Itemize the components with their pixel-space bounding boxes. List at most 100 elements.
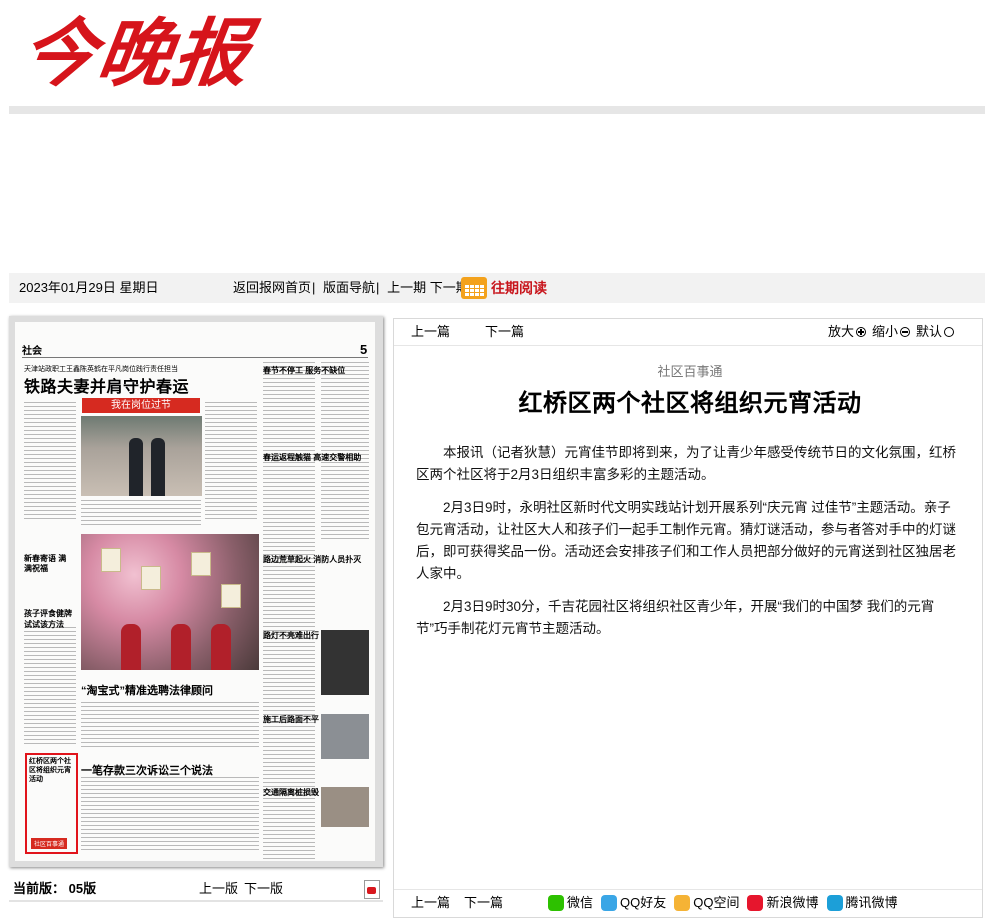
article-paragraph: 2月3日9时30分，千吉花园社区将组织社区青少年，开展“我们的中国梦 我们的元宵… bbox=[416, 599, 935, 636]
traffic-photo bbox=[321, 787, 369, 827]
page-thumbnail-panel: 社会 5 天津站政职工王鑫陈英鹤在平凡岗位践行责任担当 铁路夫妻并肩守护春运 我… bbox=[9, 316, 383, 867]
current-page-label: 当前版： bbox=[13, 881, 66, 896]
highlight-title: 红桥区两个社区将组织元宵活动 bbox=[29, 758, 71, 783]
circle-icon bbox=[944, 327, 955, 337]
photo-figure bbox=[151, 438, 165, 496]
spring-greeting-box[interactable]: 新春寄语 满满祝福 bbox=[24, 554, 74, 574]
story-work-title[interactable]: 施工后路面不平 bbox=[263, 714, 319, 725]
article-column-name: 社区百事通 bbox=[657, 364, 723, 379]
current-page-value: 05版 bbox=[68, 881, 97, 896]
lantern bbox=[141, 566, 161, 590]
right-mid-title[interactable]: 春运返程触猫 高速交警相助 bbox=[263, 452, 361, 463]
footer-next-article-button[interactable]: 下一篇 bbox=[464, 890, 503, 916]
zoom-default-label: 默认 bbox=[916, 324, 943, 339]
minus-circle-icon bbox=[900, 327, 911, 337]
masthead: 今晚报 bbox=[0, 0, 996, 118]
share-wechat-button[interactable]: 微信 bbox=[548, 890, 593, 916]
story-meal-title[interactable]: 孩子评食健牌 试试该方法 bbox=[24, 608, 79, 630]
newspaper-page-image[interactable]: 社会 5 天津站政职工王鑫陈英鹤在平凡岗位践行责任担当 铁路夫妻并肩守护春运 我… bbox=[15, 322, 375, 861]
photo-person bbox=[171, 624, 191, 670]
footer-prev-article-button[interactable]: 上一篇 bbox=[411, 890, 450, 916]
share-weibo-button[interactable]: 新浪微博 bbox=[747, 890, 819, 916]
article-body: 本报讯（记者狄慧）元宵佳节即将到来，为了让青少年感受传统节日的文化氛围，红桥区两… bbox=[416, 442, 964, 640]
prev-page-button[interactable]: 上一版 bbox=[199, 878, 238, 900]
photo-figure bbox=[129, 438, 143, 496]
current-page: 当前版： 05版 bbox=[13, 878, 96, 900]
story-traffic-title[interactable]: 交通隔离桩损毁 bbox=[263, 787, 319, 798]
story-banner: 我在岗位过节 bbox=[82, 398, 200, 413]
masthead-divider bbox=[9, 106, 985, 114]
photo-person bbox=[211, 624, 231, 670]
page-header-rule bbox=[22, 357, 368, 358]
zoom-default-button[interactable]: 默认 bbox=[916, 319, 955, 345]
share-label: 腾讯微博 bbox=[845, 895, 898, 910]
lantern bbox=[191, 552, 211, 576]
prev-issue-link[interactable]: 上一期 bbox=[387, 280, 426, 295]
weibo-icon bbox=[747, 895, 764, 911]
photo-person bbox=[121, 624, 141, 670]
share-label: QQ空间 bbox=[693, 895, 740, 910]
page-number: 5 bbox=[360, 342, 368, 357]
article-panel: 上一篇 下一篇 放大 缩小 默认 社区百事通 红桥区两个社区将组织元宵活动 本报… bbox=[393, 318, 983, 918]
plus-circle-icon bbox=[856, 327, 867, 337]
newspaper-logo[interactable]: 今晚报 bbox=[15, 4, 299, 104]
page-footer-nav: 当前版： 05版 上一版 下一版 bbox=[9, 878, 383, 900]
text-column bbox=[81, 702, 259, 750]
roadwork-photo bbox=[321, 714, 369, 759]
archive-button[interactable]: 往期阅读 bbox=[461, 275, 547, 301]
zoom-in-label: 放大 bbox=[828, 324, 855, 339]
article-toolbar: 上一篇 下一篇 放大 缩小 默认 bbox=[394, 319, 982, 346]
page-nav-link[interactable]: 版面导航 bbox=[323, 280, 375, 295]
text-column bbox=[81, 500, 201, 528]
share-label: 微信 bbox=[567, 895, 594, 910]
story-money-title[interactable]: 一笔存款三次诉讼三个说法 bbox=[81, 762, 213, 778]
article-content: 社区百事通 红桥区两个社区将组织元宵活动 本报讯（记者狄慧）元宵佳节即将到来，为… bbox=[416, 361, 964, 651]
issue-date: 2023年01月29日 星期日 bbox=[19, 280, 159, 295]
story-road-title[interactable]: 路边荒草起火 消防人员扑灭 bbox=[263, 554, 361, 565]
highlight-tag: 社区百事通 bbox=[31, 838, 68, 849]
text-column bbox=[24, 402, 76, 522]
share-tencent-weibo-button[interactable]: 腾讯微博 bbox=[826, 890, 898, 916]
date-nav-bar: 2023年01月29日 星期日 返回报网首页| 版面导航| 上一期 下一期| 往… bbox=[9, 273, 985, 303]
zoom-out-label: 缩小 bbox=[872, 324, 899, 339]
story-photo-lanterns bbox=[81, 534, 259, 670]
share-qzone-button[interactable]: QQ空间 bbox=[674, 890, 739, 916]
pdf-download-icon[interactable] bbox=[364, 880, 380, 899]
zoom-out-button[interactable]: 缩小 bbox=[872, 319, 911, 345]
article-paragraph: 2月3日9时，永明社区新时代文明实践站计划开展系列“庆元宵 过佳节”主题活动。亲… bbox=[416, 500, 956, 581]
article-footer: 上一篇 下一篇 微信 QQ好友 QQ空间 新浪微博 腾讯微博 bbox=[394, 889, 982, 916]
lantern bbox=[221, 584, 241, 608]
next-page-button[interactable]: 下一版 bbox=[244, 878, 283, 900]
archive-label: 往期阅读 bbox=[491, 280, 547, 296]
text-column bbox=[205, 402, 257, 522]
lamp-photo bbox=[321, 630, 369, 695]
footer-divider bbox=[9, 900, 383, 902]
next-article-button[interactable]: 下一篇 bbox=[485, 319, 524, 345]
nav-links: 返回报网首页| 版面导航| 上一期 下一期| bbox=[233, 273, 477, 303]
home-link[interactable]: 返回报网首页 bbox=[233, 280, 311, 295]
qq-icon bbox=[601, 895, 618, 911]
share-label: 新浪微博 bbox=[766, 895, 819, 910]
qzone-icon bbox=[674, 895, 691, 911]
prev-article-button[interactable]: 上一篇 bbox=[411, 319, 450, 345]
share-bar: 微信 QQ好友 QQ空间 新浪微博 腾讯微博 bbox=[548, 890, 906, 916]
article-paragraph: 本报讯（记者狄慧）元宵佳节即将到来，为了让青少年感受传统节日的文化氛围，红桥区两… bbox=[416, 445, 956, 482]
nav-separator: | bbox=[376, 280, 380, 295]
story-lamp-title[interactable]: 路灯不亮难出行 bbox=[263, 630, 319, 641]
right-top-title[interactable]: 春节不停工 服务不缺位 bbox=[263, 365, 345, 376]
story-law-title[interactable]: “淘宝式”精准选聘法律顾问 bbox=[81, 682, 213, 698]
share-label: QQ好友 bbox=[620, 895, 667, 910]
tencent-weibo-icon bbox=[826, 895, 843, 911]
article-title: 红桥区两个社区将组织元宵活动 bbox=[518, 389, 862, 417]
calendar-icon bbox=[461, 277, 487, 299]
page-section-label: 社会 bbox=[22, 346, 42, 357]
lantern bbox=[101, 548, 121, 572]
story-headline[interactable]: 铁路夫妻并肩守护春运 bbox=[24, 373, 189, 397]
story-photo-railway bbox=[81, 416, 202, 496]
share-qq-button[interactable]: QQ好友 bbox=[601, 890, 666, 916]
nav-separator: | bbox=[312, 280, 316, 295]
wechat-icon bbox=[548, 895, 564, 911]
selected-article-hotspot[interactable]: 红桥区两个社区将组织元宵活动 社区百事通 bbox=[25, 753, 78, 854]
zoom-in-button[interactable]: 放大 bbox=[828, 319, 867, 345]
text-column bbox=[81, 777, 259, 853]
